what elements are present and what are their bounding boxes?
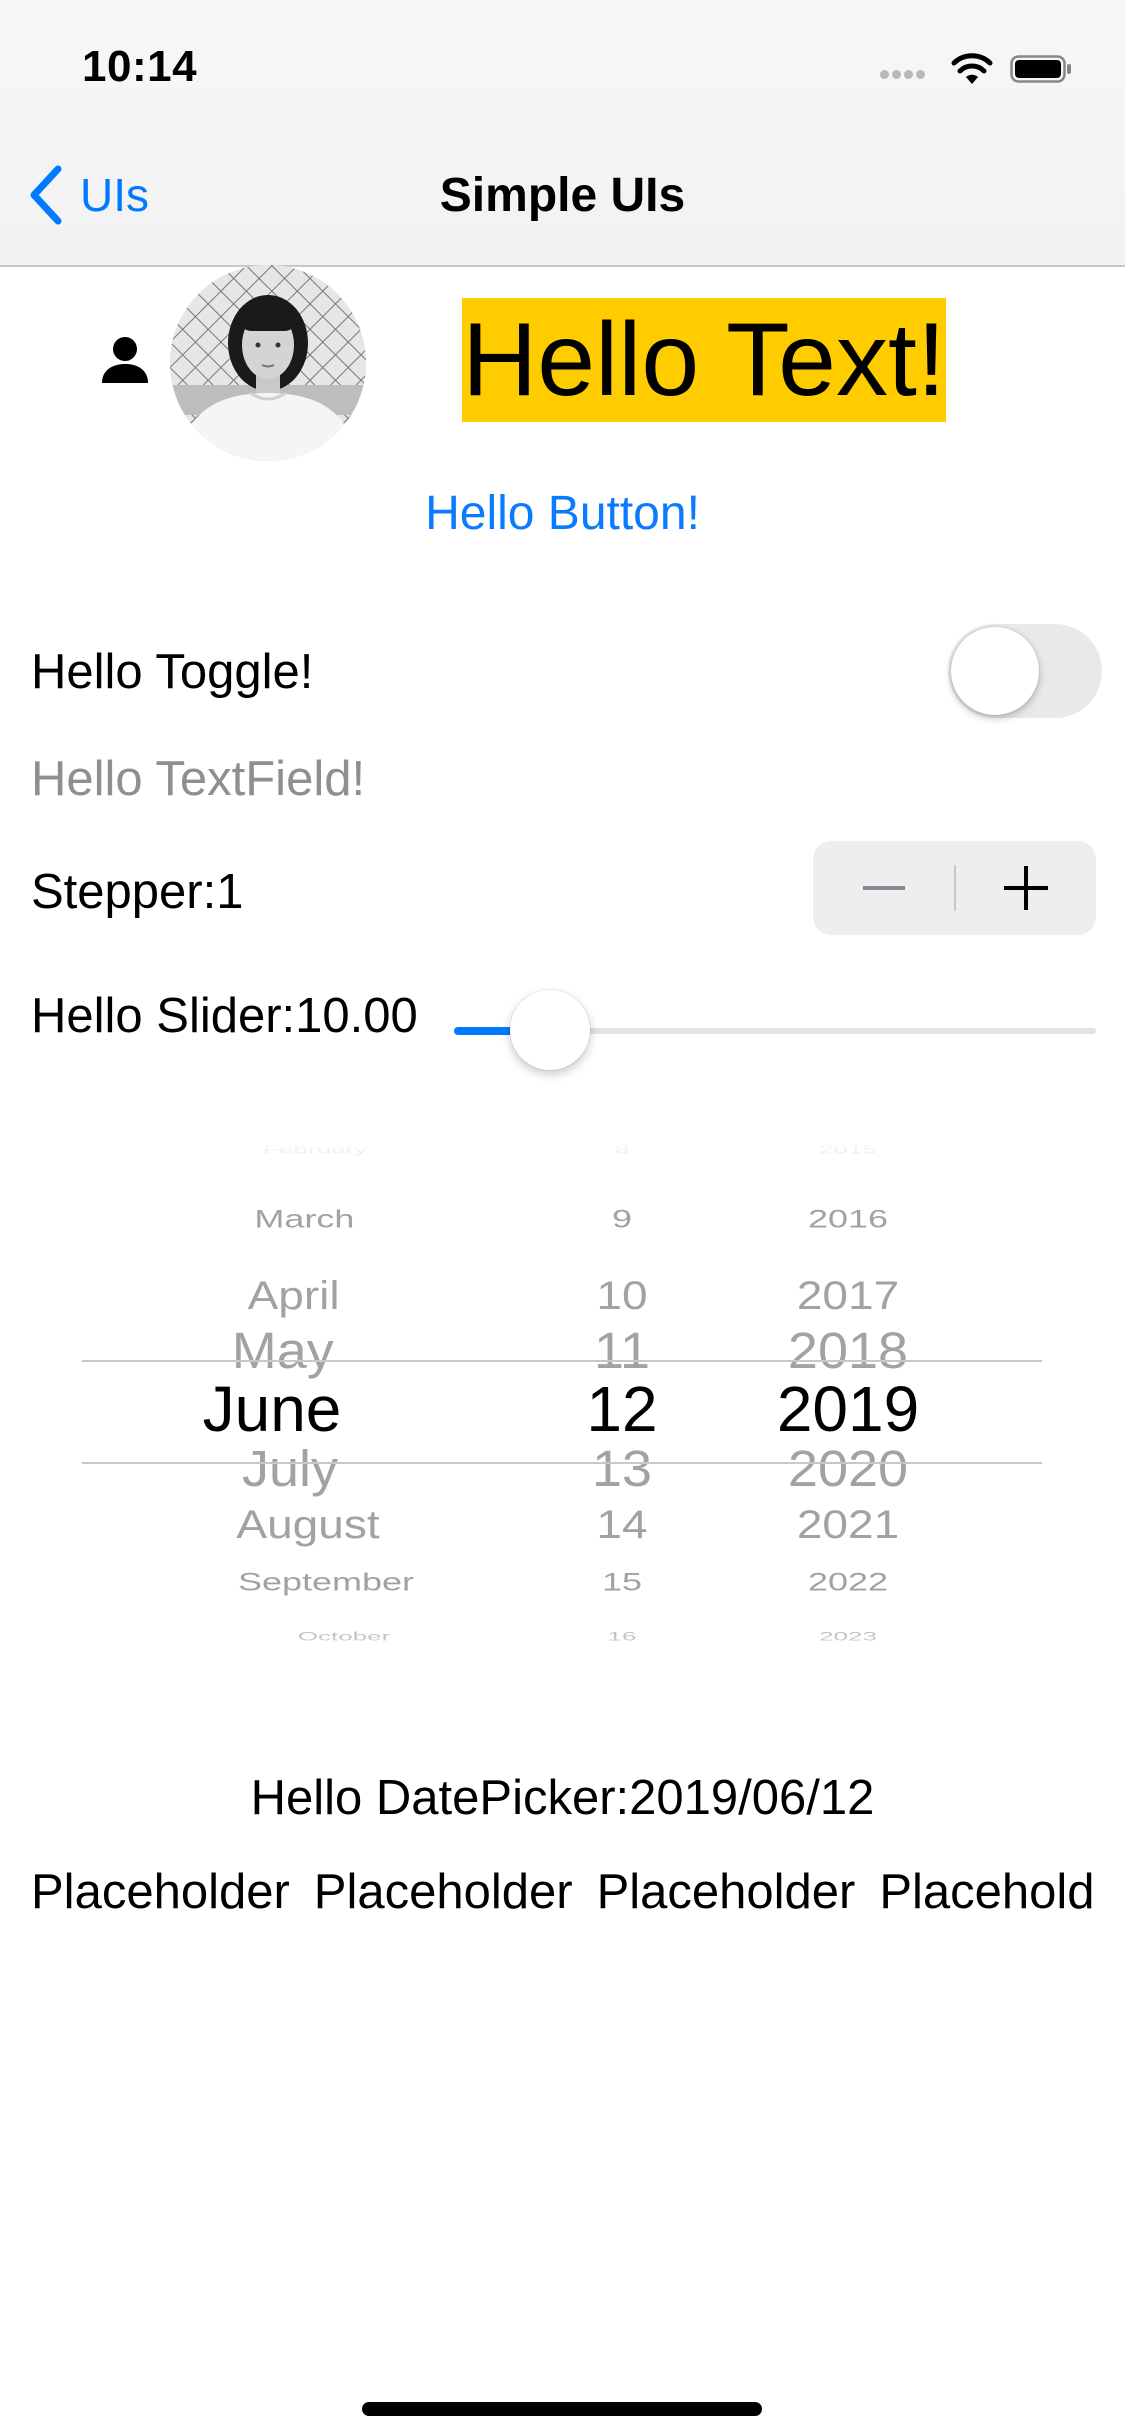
hello-button[interactable]: Hello Button! [0,486,1125,541]
stepper-increment-button[interactable] [956,841,1096,935]
person-fill-icon [102,337,148,383]
toggle-knob [951,627,1039,715]
picker-month-item[interactable]: April [114,1272,474,1318]
nav-title: Simple UIs [439,169,686,222]
cellular-signal-icon [880,66,928,84]
date-picker-label: Hello DatePicker:2019/06/12 [250,1771,875,1825]
home-indicator [362,2402,762,2416]
picker-fade-top [82,1140,1042,1210]
picker-year-item[interactable]: 2021 [668,1501,1028,1547]
picker-year-item[interactable]: 2020 [668,1439,1028,1498]
stepper-decrement-button[interactable] [813,841,954,935]
status-time: 10:14 [82,42,198,91]
placeholder-text: Placeholder [313,1865,573,1919]
wifi-icon [951,53,993,84]
picker-month-item[interactable]: August [128,1501,488,1547]
stepper [813,841,1096,935]
hello-toggle[interactable] [948,624,1102,718]
hello-slider[interactable] [454,990,1096,1070]
placeholder-row: Placeholder Placeholder Placeholder Placeho… [31,1864,1095,1934]
picker-month-item[interactable]: July [110,1439,470,1498]
minus-icon [863,886,905,890]
picker-year-item[interactable]: 2022 [668,1568,1028,1597]
slider-label: Hello Slider:10.00 [31,989,418,1043]
picker-selection-line-top [82,1360,1042,1362]
picker-year-item[interactable]: 2019 [668,1372,1028,1446]
picker-selection-line-bottom [82,1462,1042,1464]
placeholder-text: Placeholder [879,1865,1095,1919]
picker-year-item[interactable]: 2017 [668,1272,1028,1318]
hello-text-label: Hello Text! [462,298,946,422]
placeholder-text: Placeholder [31,1865,290,1919]
hello-text-field[interactable] [31,744,1091,814]
avatar [170,265,366,461]
toggle-label: Hello Toggle! [31,645,314,699]
date-picker[interactable]: FebruaryMarchAprilMayJuneJulyAugustSepte… [82,1140,1042,1680]
navigation-bar [0,0,1125,267]
picker-month-item[interactable]: June [92,1372,452,1446]
placeholder-text: Placeholder [596,1865,856,1919]
battery-icon [1010,55,1071,83]
slider-thumb[interactable] [510,990,591,1070]
picker-fade-bottom [82,1610,1042,1680]
stepper-label: Stepper:1 [31,865,244,919]
